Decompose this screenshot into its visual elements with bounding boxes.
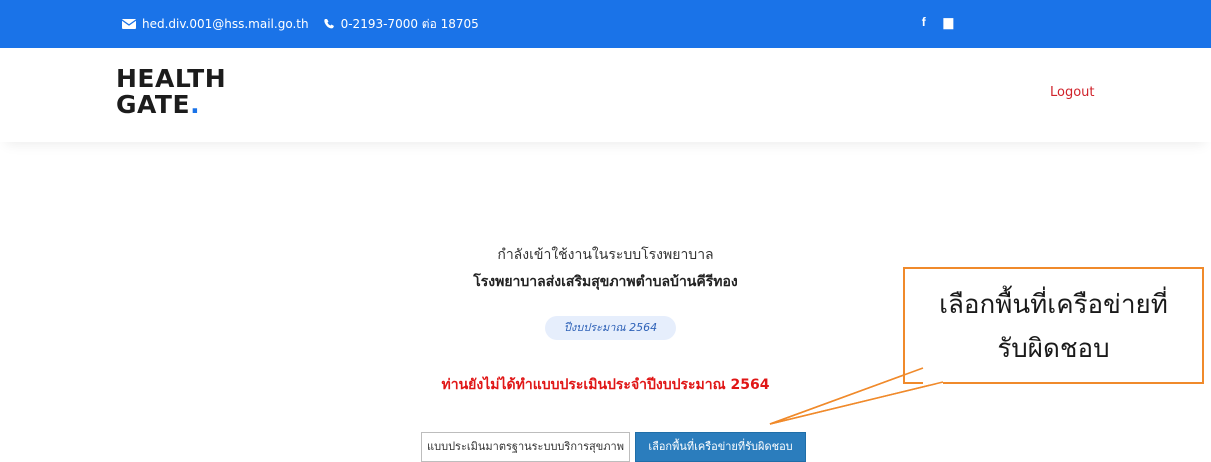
logo-line-2: GATE. xyxy=(116,90,201,119)
phone-icon xyxy=(323,19,334,29)
intro-text: กำลังเข้าใช้งานในระบบโรงพยาบาล xyxy=(497,247,714,263)
logo-dot: . xyxy=(190,90,201,119)
contact-info: hed.div.001@hss.mail.go.th 0-2193-7000 ต… xyxy=(122,16,479,32)
select-network-area-button[interactable]: เลือกพื้นที่เครือข่ายที่รับผิดชอบ xyxy=(635,432,806,462)
callout-line-1: เลือกพื้นที่เครือข่ายที่ xyxy=(939,290,1168,320)
youtube-icon[interactable]: ▆ xyxy=(944,15,953,29)
logo[interactable]: HEALTH GATE. xyxy=(116,66,226,118)
callout-text: เลือกพื้นที่เครือข่ายที่ รับผิดชอบ xyxy=(903,283,1204,371)
mail-icon xyxy=(122,19,136,29)
email-text: hed.div.001@hss.mail.go.th xyxy=(142,17,309,31)
logo-line-1: HEALTH xyxy=(116,64,227,93)
fiscal-year-badge: ปีงบประมาณ 2564 xyxy=(545,316,676,340)
phone-text: 0-2193-7000 ต่อ 18705 xyxy=(340,16,479,31)
top-bar: hed.div.001@hss.mail.go.th 0-2193-7000 ต… xyxy=(0,0,1211,48)
callout-line-2: รับผิดชอบ xyxy=(997,334,1110,364)
header: HEALTH GATE. Logout xyxy=(0,48,1211,142)
social-links: f ▆ xyxy=(922,15,953,29)
logout-link[interactable]: Logout xyxy=(1050,85,1095,100)
assessment-form-button[interactable]: แบบประเมินมาตรฐานระบบบริการสุขภาพ xyxy=(421,432,630,462)
facebook-icon[interactable]: f xyxy=(922,15,926,29)
